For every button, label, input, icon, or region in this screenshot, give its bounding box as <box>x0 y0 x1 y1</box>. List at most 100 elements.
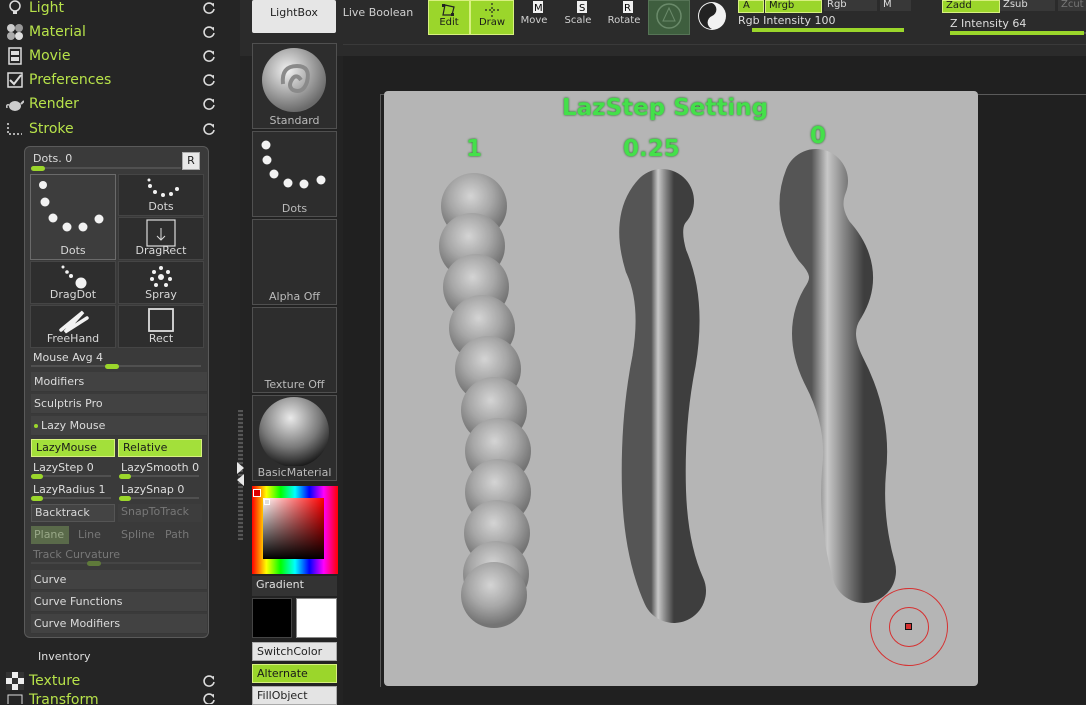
refresh-icon <box>203 693 215 704</box>
lazystep-slider[interactable] <box>31 472 111 480</box>
curve-functions-label: Curve Functions <box>34 595 123 608</box>
track-curvature-slider[interactable] <box>31 559 201 567</box>
move-button[interactable]: M Move <box>516 0 552 33</box>
curve-functions-section[interactable]: Curve Functions <box>31 592 207 612</box>
menu-item-preferences[interactable]: Preferences <box>0 68 230 92</box>
menu-label-light: Light <box>29 0 64 16</box>
live-boolean-button[interactable]: Live Boolean <box>340 0 416 33</box>
brush-selector[interactable]: Standard <box>252 43 337 129</box>
line-label: Line <box>78 528 101 541</box>
lazysnap-slider[interactable] <box>119 494 199 502</box>
rgb-button[interactable]: Rgb <box>824 0 877 11</box>
document-canvas[interactable]: LazStep Setting 1 0.25 0 <box>384 91 978 686</box>
stroke-tile-dots-large[interactable]: Dots <box>30 174 116 260</box>
lazysmooth-slider[interactable] <box>119 472 199 480</box>
rgb-intensity-slider[interactable]: Rgb Intensity 100 <box>738 14 908 34</box>
expand-arrow-icon[interactable] <box>237 474 244 486</box>
color-picker-square[interactable] <box>263 498 324 559</box>
stroke-tile-dots-small[interactable]: Dots <box>118 174 204 216</box>
snaptotrack-button[interactable]: SnapToTrack <box>118 504 202 522</box>
stroke-tile-spray[interactable]: Spray <box>118 261 204 304</box>
alternate-label: Alternate <box>257 667 308 680</box>
dots-slider[interactable] <box>31 164 181 172</box>
menu-item-material[interactable]: Material <box>0 20 230 44</box>
zcut-button[interactable]: Zcut <box>1058 0 1086 11</box>
menu-item-render[interactable]: Render <box>0 92 230 116</box>
stroke-tile-dragdot[interactable]: DragDot <box>30 261 116 304</box>
reset-button[interactable]: R <box>182 152 200 170</box>
rgb-intensity-label: Rgb Intensity 100 <box>738 14 836 27</box>
menu-label-material: Material <box>29 24 86 40</box>
draw-button[interactable]: Draw <box>470 0 514 35</box>
m-button[interactable]: M <box>880 0 911 11</box>
line-button[interactable]: Line <box>75 526 113 544</box>
spline-label: Spline <box>121 528 155 541</box>
main-color-swatch[interactable] <box>296 598 337 638</box>
alpha-label: Alpha Off <box>268 290 320 303</box>
color-picker-cursor[interactable] <box>264 499 270 505</box>
sculptris-button[interactable] <box>648 0 690 35</box>
sculptris-pro-label: Sculptris Pro <box>34 397 103 410</box>
stroke-tile-rect[interactable]: Rect <box>118 305 204 348</box>
mrgb-button[interactable]: Mrgb <box>765 0 822 13</box>
stroke-tile-dragrect[interactable]: DragRect <box>118 217 204 260</box>
refresh-icon <box>203 50 215 62</box>
menu-label-transform: Transform <box>29 692 99 704</box>
curve-modifiers-section[interactable]: Curve Modifiers <box>31 614 207 634</box>
scale-button[interactable]: S Scale <box>560 0 596 33</box>
secondary-color-swatch[interactable] <box>252 598 292 638</box>
mouse-avg-slider[interactable] <box>31 362 201 370</box>
fillobject-button[interactable]: FillObject <box>252 686 337 705</box>
refresh-icon <box>203 123 215 135</box>
collapse-arrow-icon[interactable] <box>237 462 244 474</box>
stroke-selector[interactable]: Dots <box>252 131 337 217</box>
zbrush-logo-button[interactable] <box>692 0 732 33</box>
material-selector[interactable]: BasicMaterial <box>252 395 337 481</box>
stroke-selector-label: Dots <box>281 202 308 215</box>
lightbox-button[interactable]: LightBox <box>252 0 336 33</box>
inventory-label[interactable]: Inventory <box>38 650 91 663</box>
texture-selector[interactable]: Texture Off <box>252 307 337 393</box>
menu-item-stroke[interactable]: Stroke <box>0 117 230 141</box>
a-button[interactable]: A <box>738 0 764 13</box>
modifiers-section[interactable]: Modifiers <box>31 372 207 392</box>
sculptris-pro-section[interactable]: Sculptris Pro <box>31 394 207 414</box>
lazyradius-slider[interactable] <box>31 494 111 502</box>
label-lazystep-025: 0.25 <box>623 136 680 162</box>
switchcolor-button[interactable]: SwitchColor <box>252 642 337 661</box>
color-picker[interactable] <box>252 486 338 574</box>
menu-item-movie[interactable]: Movie <box>0 44 230 68</box>
color-picker-handle[interactable] <box>253 489 261 497</box>
menu-label-movie: Movie <box>29 48 71 64</box>
curve-section[interactable]: Curve <box>31 570 207 590</box>
lazy-mouse-section[interactable]: Lazy Mouse <box>31 416 207 436</box>
plane-button[interactable]: Plane <box>31 526 69 544</box>
path-button[interactable]: Path <box>162 526 202 544</box>
backtrack-button[interactable]: Backtrack <box>31 504 115 522</box>
fillobject-label: FillObject <box>257 689 308 702</box>
zadd-button[interactable]: Zadd <box>942 0 1000 13</box>
alpha-selector[interactable]: Alpha Off <box>252 219 337 305</box>
stroke-tile-freehand[interactable]: FreeHand <box>30 305 116 348</box>
snaptotrack-label: SnapToTrack <box>121 505 190 518</box>
gradient-label[interactable]: Gradient <box>252 576 337 596</box>
plane-label: Plane <box>34 528 65 541</box>
rotate-button[interactable]: R Rotate <box>604 0 644 33</box>
curve-label: Curve <box>34 573 67 586</box>
zsub-button[interactable]: Zsub <box>1000 0 1055 11</box>
menu-item-texture[interactable]: Texture <box>0 669 230 693</box>
svg-text:M: M <box>534 3 543 14</box>
z-intensity-slider[interactable]: Z Intensity 64 <box>950 17 1086 37</box>
move-icon: M <box>533 1 543 14</box>
menu-item-transform[interactable]: Transform <box>0 692 230 704</box>
relative-button[interactable]: Relative <box>118 439 202 457</box>
alternate-button[interactable]: Alternate <box>252 664 337 683</box>
material-spheres-icon <box>5 22 25 42</box>
bullet-icon <box>34 424 38 428</box>
refresh-icon <box>203 26 215 38</box>
spline-button[interactable]: Spline <box>118 526 160 544</box>
edit-button[interactable]: Edit <box>428 0 470 35</box>
lazymouse-button[interactable]: LazyMouse <box>31 439 115 457</box>
menu-item-light[interactable]: Light <box>0 0 230 20</box>
stroke-icon <box>5 119 25 139</box>
